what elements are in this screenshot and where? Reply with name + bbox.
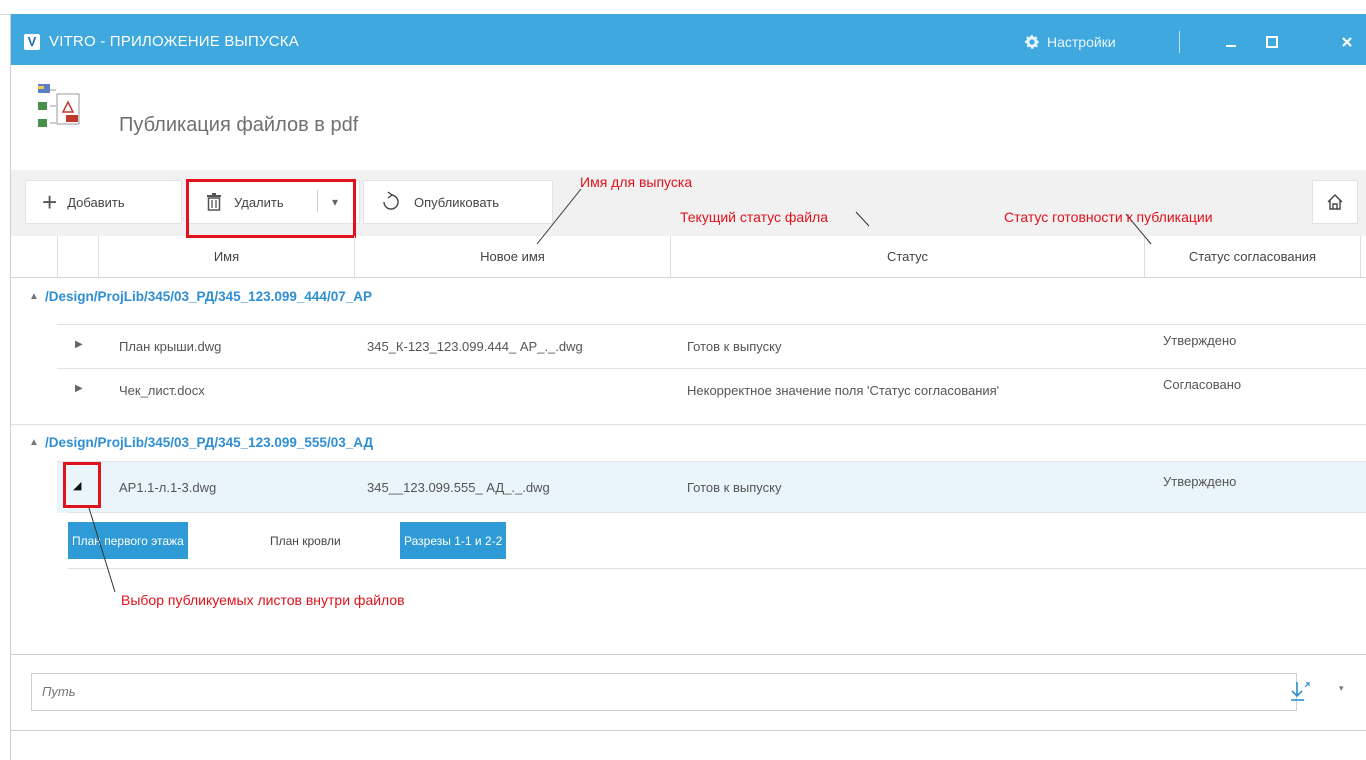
path-input[interactable] <box>32 674 1282 708</box>
file-name-cell: План крыши.dwg <box>119 339 222 354</box>
sheet-toggle[interactable]: План первого этажа <box>68 522 188 559</box>
expand-row-icon[interactable]: ▶ <box>75 339 83 350</box>
minimize-icon <box>1226 45 1236 47</box>
approval-cell: Утверждено <box>1163 474 1237 489</box>
approval-cell: Согласовано <box>1163 377 1242 392</box>
refresh-icon <box>383 191 399 210</box>
add-button[interactable]: + Добавить <box>25 180 182 224</box>
plus-icon: + <box>42 187 58 217</box>
gear-icon <box>1024 35 1040 49</box>
titlebar-separator <box>1179 31 1180 53</box>
annotation-sheet-selection: Выбор публикуемых листов внутри файлов <box>121 592 405 608</box>
home-icon <box>1327 194 1343 210</box>
new-name-cell[interactable]: 345_К-123_123.099.444_ АР_._.dwg <box>367 325 583 368</box>
sheet-toggle[interactable]: План кровли <box>266 522 345 559</box>
status-cell: Некорректное значение поля 'Статус согла… <box>687 383 1000 398</box>
download-arrow-icon[interactable] <box>1287 678 1313 704</box>
close-icon <box>1342 37 1352 47</box>
sheet-toggle[interactable]: Разрезы 1-1 и 2-2 <box>400 522 507 559</box>
group-path: /Design/ProjLib/345/03_РД/345_123.099_44… <box>45 288 372 304</box>
annotation-current-status: Текущий статус файла <box>680 209 828 225</box>
indicator-column <box>58 236 99 277</box>
top-border <box>0 0 1366 15</box>
file-name-cell: Чек_лист.docx <box>119 383 205 398</box>
collapse-icon[interactable]: ▲ <box>29 437 39 448</box>
publish-button-label: Опубликовать <box>414 194 500 210</box>
publish-button[interactable]: Опубликовать <box>363 180 553 224</box>
path-field[interactable] <box>31 673 1297 711</box>
file-name-cell: АР1.1-л.1-3.dwg <box>119 480 217 495</box>
annotation-readiness-status: Статус готовности к публикации <box>1004 209 1213 225</box>
column-header-name[interactable]: Имя <box>99 236 355 277</box>
title-bar: V VITRO - ПРИЛОЖЕНИЕ ВЫПУСКА Настройки <box>11 14 1366 65</box>
column-header-new-name[interactable]: Новое имя <box>355 236 671 277</box>
expander-column <box>11 236 58 277</box>
app-title: VITRO - ПРИЛОЖЕНИЕ ВЫПУСКА <box>49 33 299 50</box>
bottom-divider <box>11 730 1366 731</box>
app-window: V VITRO - ПРИЛОЖЕНИЕ ВЫПУСКА Настройки П… <box>10 14 1366 760</box>
maximize-icon <box>1266 36 1278 48</box>
expand-row-icon[interactable]: ▶ <box>75 383 83 394</box>
sheet-selector: План первого этажа План кровли Разрезы 1… <box>68 512 1366 569</box>
annotation-release-name: Имя для выпуска <box>580 174 693 190</box>
group-row[interactable]: ▲ /Design/ProjLib/345/03_РД/345_123.099_… <box>11 424 1366 459</box>
approval-cell: Утверждено <box>1163 333 1237 348</box>
delete-highlight-box <box>186 179 356 238</box>
grid-header: Имя Новое имя Статус Статус согласования <box>11 236 1366 278</box>
group-path: /Design/ProjLib/345/03_РД/345_123.099_55… <box>45 434 374 450</box>
table-row[interactable]: ▶ Чек_лист.docx Некорректное значение по… <box>57 368 1366 412</box>
close-button[interactable] <box>1333 29 1361 55</box>
page-title: Публикация файлов в pdf <box>119 114 359 136</box>
settings-label: Настройки <box>1047 34 1116 50</box>
pdf-publish-icon <box>38 84 80 127</box>
settings-button[interactable]: Настройки <box>1023 31 1116 53</box>
collapse-icon[interactable]: ▲ <box>29 291 39 302</box>
panel-divider <box>11 654 1366 655</box>
minimize-button[interactable] <box>1217 29 1245 55</box>
table-row[interactable]: ◢ АР1.1-л.1-3.dwg 345__123.099.555_ АД_.… <box>57 461 1366 513</box>
column-header-status[interactable]: Статус <box>671 236 1145 277</box>
path-dropdown-button[interactable]: ▾ <box>1339 684 1344 694</box>
maximize-button[interactable] <box>1258 29 1286 55</box>
home-button[interactable] <box>1312 180 1358 224</box>
app-logo: V <box>24 34 40 50</box>
table-row[interactable]: ▶ План крыши.dwg 345_К-123_123.099.444_ … <box>57 324 1366 368</box>
expander-highlight-box <box>63 462 101 508</box>
column-header-approval[interactable]: Статус согласования <box>1145 236 1361 277</box>
status-cell: Готов к выпуску <box>687 339 782 354</box>
new-name-cell[interactable]: 345__123.099.555_ АД_._.dwg <box>367 462 550 513</box>
status-cell: Готов к выпуску <box>687 480 782 495</box>
add-button-label: Добавить <box>67 194 125 210</box>
group-row[interactable]: ▲ /Design/ProjLib/345/03_РД/345_123.099_… <box>11 279 1366 313</box>
